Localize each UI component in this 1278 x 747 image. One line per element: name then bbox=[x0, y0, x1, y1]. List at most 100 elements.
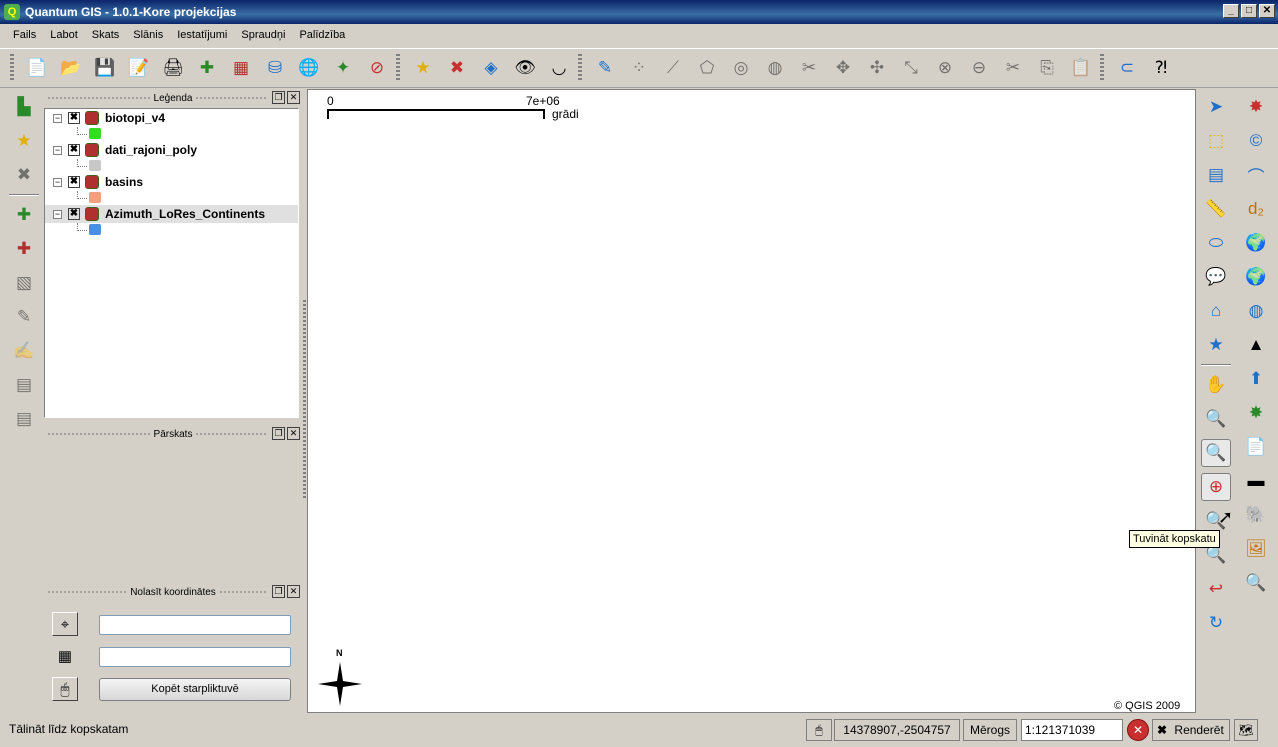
render-toggle[interactable]: ✖ Renderēt bbox=[1152, 719, 1230, 741]
legend-layer-row[interactable]: − ✖ dati_rajoni_poly bbox=[45, 141, 298, 173]
north-arrow-plugin-icon[interactable]: ⬆ bbox=[1241, 365, 1271, 393]
menu-layer[interactable]: Slānis bbox=[126, 29, 170, 41]
paste-features-icon[interactable]: 📋 bbox=[1067, 54, 1095, 82]
collapse-icon[interactable]: − bbox=[53, 209, 62, 219]
map-tips-icon[interactable]: 💬 bbox=[1201, 263, 1231, 291]
zoom-in-icon[interactable]: 🔍 bbox=[1201, 405, 1231, 433]
float-dock-icon[interactable]: ❐ bbox=[272, 91, 285, 104]
edit-layer-icon[interactable]: ✎ bbox=[10, 303, 38, 331]
select-features-icon[interactable]: ⬚ bbox=[1201, 127, 1231, 155]
identify-icon[interactable]: ➤ bbox=[1201, 93, 1231, 121]
add-vector-layer-icon[interactable]: ✚ bbox=[193, 54, 221, 82]
capture-line-icon[interactable]: ⟋ bbox=[659, 54, 687, 82]
move-vertex-icon[interactable]: ✣ bbox=[863, 54, 891, 82]
layer-visibility-checkbox[interactable]: ✖ bbox=[68, 208, 80, 220]
add-to-overview-star-icon[interactable]: ★ bbox=[10, 127, 38, 155]
close-dock-icon[interactable]: ✕ bbox=[287, 585, 300, 598]
layer-visibility-checkbox[interactable]: ✖ bbox=[68, 176, 80, 188]
add-wms-layer-icon[interactable]: 🌐 bbox=[295, 54, 323, 82]
capture-point-icon[interactable]: ⁘ bbox=[625, 54, 653, 82]
layer-name[interactable]: Azimuth_LoRes_Continents bbox=[105, 207, 265, 221]
copyright-label-icon[interactable]: © bbox=[1241, 127, 1271, 155]
scalebar-plugin-icon[interactable]: ▬ bbox=[1241, 467, 1271, 495]
save-as-icon[interactable]: 📝 bbox=[125, 54, 153, 82]
remove-overview-icon[interactable]: ✖ bbox=[10, 161, 38, 189]
add-ring-icon[interactable]: ◎ bbox=[727, 54, 755, 82]
menu-plugins[interactable]: Spraudņi bbox=[234, 29, 292, 41]
refresh-icon[interactable]: ↻ bbox=[1201, 609, 1231, 637]
gps-tools-icon[interactable]: 🌍 bbox=[1241, 229, 1271, 257]
toggle-extents-button[interactable]: 🖱 bbox=[806, 719, 832, 741]
capture-coords-button[interactable]: ⌖ bbox=[52, 612, 78, 636]
show-all-layers-icon[interactable]: ◈ bbox=[477, 54, 505, 82]
pdf-export-icon[interactable]: 📄 bbox=[1241, 433, 1271, 461]
close-button[interactable]: ✕ bbox=[1259, 4, 1275, 18]
add-raster-layer-left-icon[interactable]: ✚ bbox=[10, 235, 38, 263]
measure-area-icon[interactable]: ⬭ bbox=[1201, 229, 1231, 257]
move-feature-icon[interactable]: ✥ bbox=[829, 54, 857, 82]
add-raster-layer-icon[interactable]: ▦ bbox=[227, 54, 255, 82]
close-dock-icon[interactable]: ✕ bbox=[287, 427, 300, 440]
maximize-button[interactable]: □ bbox=[1241, 4, 1257, 18]
menu-view[interactable]: Skats bbox=[85, 29, 127, 41]
spit-postgis-icon[interactable]: 🐘 bbox=[1241, 501, 1271, 529]
collapse-icon[interactable]: − bbox=[53, 113, 62, 123]
layer-name[interactable]: basins bbox=[105, 175, 143, 189]
quick-print-icon[interactable]: 🖼 bbox=[1241, 535, 1271, 563]
menu-edit[interactable]: Labot bbox=[43, 29, 85, 41]
interpolation-icon[interactable]: ▲ bbox=[1241, 331, 1271, 359]
minimize-button[interactable]: _ bbox=[1223, 4, 1239, 18]
mouse-coords-button[interactable]: 🖱 bbox=[52, 677, 78, 701]
capture-polygon-icon[interactable]: ⬠ bbox=[693, 54, 721, 82]
hide-layer-icon[interactable]: ◡ bbox=[545, 54, 573, 82]
remove-all-overview-icon[interactable]: ✖ bbox=[443, 54, 471, 82]
zoom-out-icon[interactable]: 🔍 bbox=[1201, 439, 1231, 467]
zoom-last-icon[interactable]: ↩ bbox=[1201, 575, 1231, 603]
add-to-overview-icon[interactable]: ★ bbox=[409, 54, 437, 82]
whats-this-help-icon[interactable]: ⁈ bbox=[1147, 54, 1175, 82]
delete-vertex-icon[interactable]: ⊗ bbox=[931, 54, 959, 82]
layer-name[interactable]: dati_rajoni_poly bbox=[105, 143, 197, 157]
zoom-full-icon[interactable]: ⊕ bbox=[1201, 473, 1231, 501]
delimited-text-icon[interactable]: ⌒ bbox=[1241, 161, 1271, 189]
legend-layer-row[interactable]: − ✖ basins bbox=[45, 173, 298, 205]
add-postgis-layer-icon[interactable]: ⛁ bbox=[261, 54, 289, 82]
map-layer-icon[interactable]: ▙ bbox=[10, 93, 38, 121]
layer-page-2-icon[interactable]: ▤ bbox=[10, 405, 38, 433]
layer-page-icon[interactable]: ▤ bbox=[10, 371, 38, 399]
legend-layer-row[interactable]: − ✖ biotopi_v4 bbox=[45, 109, 298, 141]
save-project-icon[interactable]: 💾 bbox=[91, 54, 119, 82]
collapse-icon[interactable]: − bbox=[53, 177, 62, 187]
projection-status-button[interactable]: 🗺 bbox=[1234, 719, 1258, 741]
toolbar-grip[interactable] bbox=[10, 54, 14, 82]
toolbar-grip[interactable] bbox=[578, 54, 582, 82]
coords-input-1[interactable] bbox=[99, 615, 291, 635]
open-project-icon[interactable]: 📂 bbox=[57, 54, 85, 82]
add-vertex-icon[interactable]: ⤡ bbox=[897, 54, 925, 82]
overview-canvas[interactable] bbox=[44, 444, 302, 574]
plugin-manager-icon[interactable]: ⊂ bbox=[1113, 54, 1141, 82]
georeferencer-icon[interactable]: 🌍 bbox=[1241, 263, 1271, 291]
toolbar-grip[interactable] bbox=[396, 54, 400, 82]
coords-input-2[interactable] bbox=[99, 647, 291, 667]
pan-hand-icon[interactable]: ✋ bbox=[1201, 371, 1231, 399]
float-dock-icon[interactable]: ❐ bbox=[272, 427, 285, 440]
digitize-icon[interactable]: ✍ bbox=[10, 337, 38, 365]
grid-button[interactable]: ▦ bbox=[52, 644, 78, 668]
splitter-handle[interactable] bbox=[303, 300, 306, 500]
home-bookmark-icon[interactable]: ⌂ bbox=[1201, 297, 1231, 325]
cut-features-icon[interactable]: ✂ bbox=[999, 54, 1027, 82]
graticule-icon[interactable]: ◍ bbox=[1241, 297, 1271, 325]
float-dock-icon[interactable]: ❐ bbox=[272, 585, 285, 598]
coordinate-capture-icon[interactable]: ✸ bbox=[1241, 93, 1271, 121]
new-project-icon[interactable]: 📄 bbox=[23, 54, 51, 82]
dxf2shp-icon[interactable]: d₂ bbox=[1241, 195, 1271, 223]
menu-settings[interactable]: Iestatījumi bbox=[170, 29, 234, 41]
toggle-editing-icon[interactable]: ✎ bbox=[591, 54, 619, 82]
legend-layer-row[interactable]: − ✖ Azimuth_LoRes_Continents bbox=[45, 205, 298, 237]
stop-render-icon[interactable]: ✕ bbox=[1127, 719, 1149, 741]
show-layer-icon[interactable]: 👁 bbox=[511, 54, 539, 82]
menu-help[interactable]: Palīdzība bbox=[292, 29, 352, 41]
collapse-icon[interactable]: − bbox=[53, 145, 62, 155]
attribute-table-icon[interactable]: ▤ bbox=[1201, 161, 1231, 189]
